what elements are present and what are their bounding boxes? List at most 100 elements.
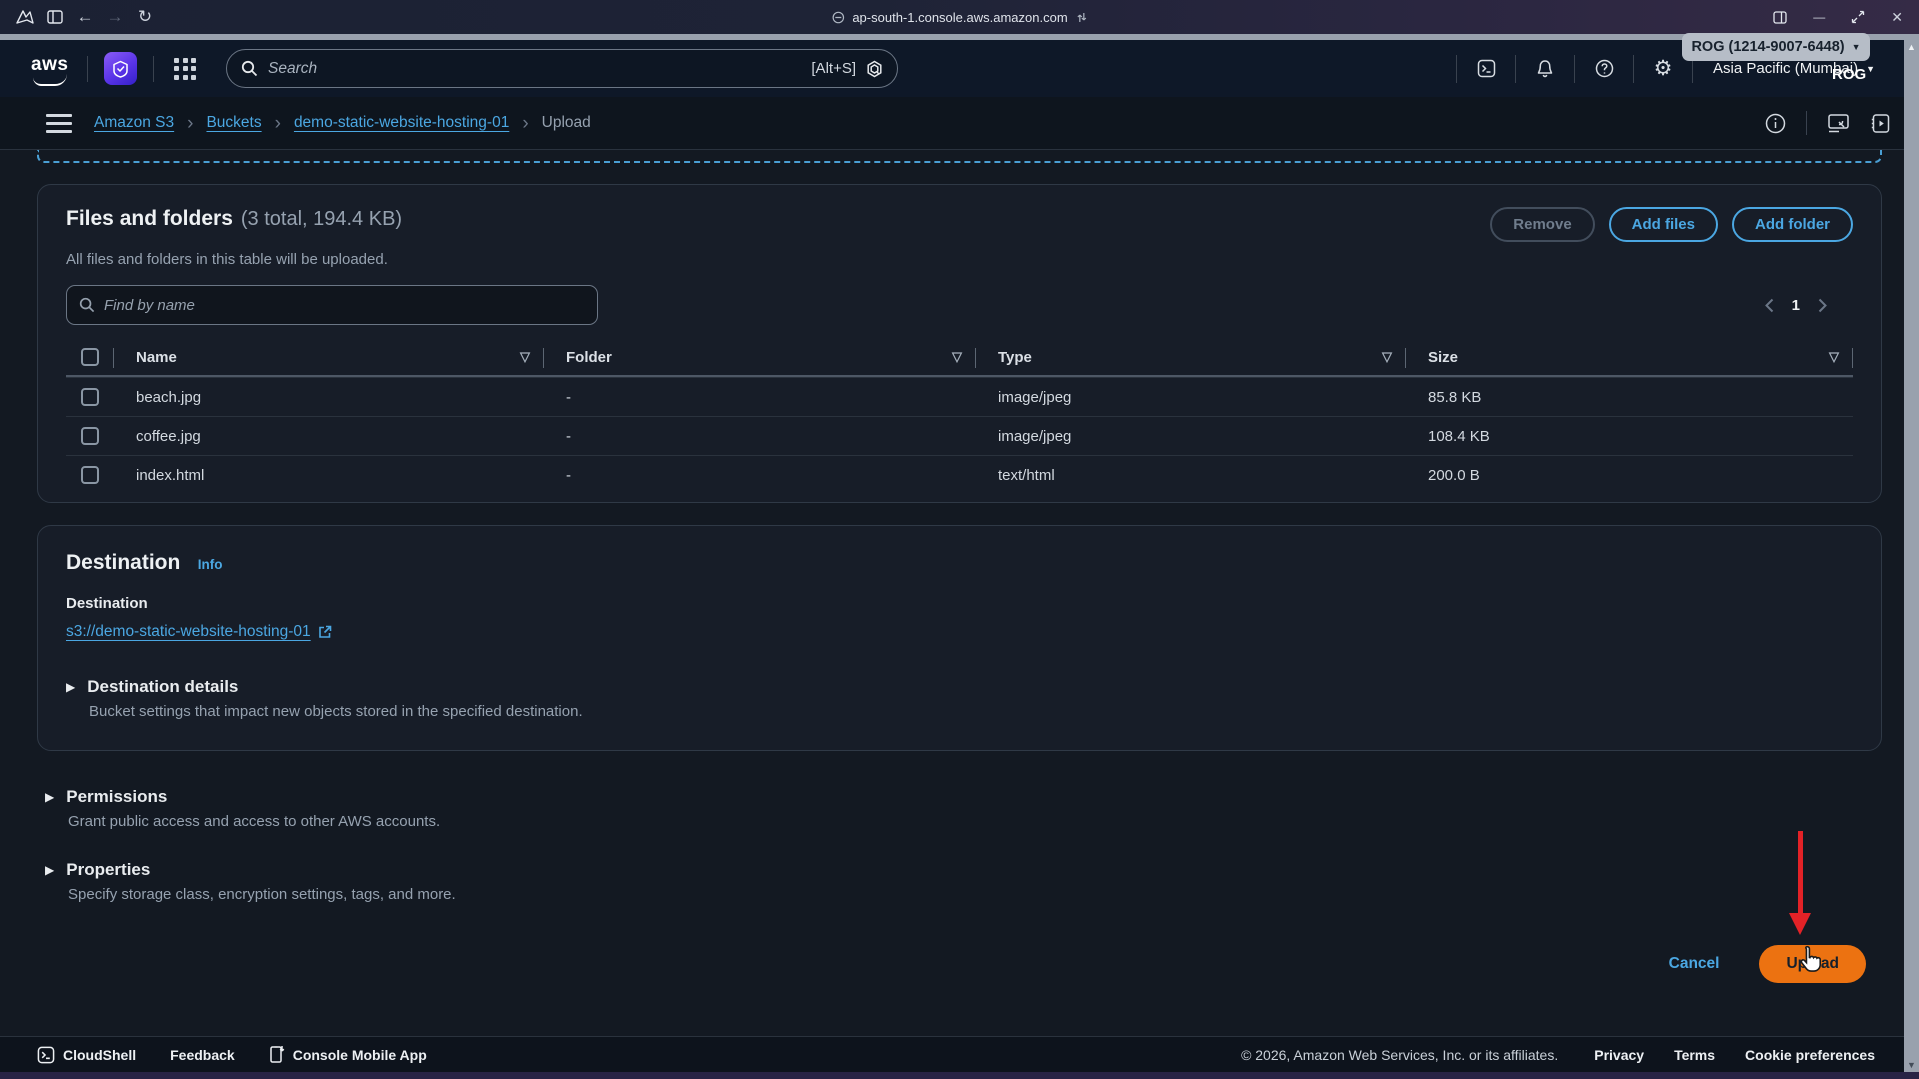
destination-panel: Destination Info Destination s3://demo-s… <box>37 525 1882 751</box>
sync-arrows-icon[interactable] <box>1076 11 1088 24</box>
breadcrumb-amazon-s3[interactable]: Amazon S3 <box>94 114 174 132</box>
account-name-label: ROG <box>1832 66 1866 83</box>
next-page-icon[interactable] <box>1818 298 1827 313</box>
filter-funnel-icon[interactable]: ▽ <box>1382 349 1392 365</box>
chevron-down-icon: ▼ <box>1866 64 1875 74</box>
breadcrumb-separator-icon: › <box>275 114 281 133</box>
info-icon[interactable] <box>1765 113 1786 134</box>
close-window-icon[interactable]: ✕ <box>1891 9 1903 26</box>
destination-bucket-link[interactable]: s3://demo-static-website-hosting-01 <box>66 623 311 641</box>
permissions-expander[interactable]: ▶ Permissions <box>45 787 1882 807</box>
cloudshell-header-icon[interactable] <box>1471 59 1501 78</box>
destination-title: Destination <box>66 551 180 574</box>
vertical-scrollbar[interactable]: ▲ ▼ <box>1904 40 1919 1072</box>
select-all-checkbox[interactable] <box>81 348 99 366</box>
destination-field-label: Destination <box>66 595 1853 612</box>
filter-funnel-icon[interactable]: ▽ <box>952 349 962 365</box>
filter-funnel-icon[interactable]: ▽ <box>520 349 530 365</box>
row-checkbox[interactable] <box>81 427 99 445</box>
column-header-name[interactable]: Name▽ <box>114 339 544 375</box>
scroll-down-icon[interactable]: ▼ <box>1907 1060 1916 1070</box>
cell-name: coffee.jpg <box>114 417 544 455</box>
upload-button[interactable]: Upload <box>1759 945 1866 983</box>
browser-panel-icon[interactable] <box>1765 11 1795 24</box>
search-shortcut: [Alt+S] <box>811 60 856 77</box>
remove-button[interactable]: Remove <box>1490 207 1594 242</box>
properties-description: Specify storage class, encryption settin… <box>68 886 1882 903</box>
side-panel-icon[interactable] <box>1870 113 1891 134</box>
column-header-type[interactable]: Type▽ <box>976 339 1406 375</box>
aws-logo[interactable]: aws <box>31 54 71 84</box>
cell-type: text/html <box>976 456 1406 494</box>
main-content: Files and folders(3 total, 194.4 KB) Rem… <box>0 150 1919 983</box>
cell-type: image/jpeg <box>976 378 1406 416</box>
console-footer: CloudShell Feedback Console Mobile App ©… <box>0 1036 1919 1072</box>
breadcrumb-current: Upload <box>542 114 591 132</box>
browser-titlebar: ← → ↻ ap-south-1.console.aws.amazon.com … <box>0 0 1919 34</box>
footer-terms[interactable]: Terms <box>1674 1047 1715 1063</box>
restore-window-icon[interactable] <box>1843 10 1873 24</box>
expand-triangle-icon: ▶ <box>66 680 75 694</box>
search-input[interactable] <box>268 60 801 78</box>
copyright-text: © 2026, Amazon Web Services, Inc. or its… <box>1241 1047 1558 1063</box>
row-checkbox[interactable] <box>81 466 99 484</box>
cell-folder: - <box>544 378 976 416</box>
search-icon <box>79 297 95 313</box>
cell-folder: - <box>544 417 976 455</box>
files-count: (3 total, 194.4 KB) <box>241 208 402 230</box>
scroll-up-icon[interactable]: ▲ <box>1907 42 1916 52</box>
find-by-name-box[interactable] <box>66 285 598 325</box>
properties-expander[interactable]: ▶ Properties <box>45 860 1882 880</box>
add-files-button[interactable]: Add files <box>1609 207 1718 242</box>
expand-triangle-icon: ▶ <box>45 863 54 877</box>
breadcrumb-bucket-name[interactable]: demo-static-website-hosting-01 <box>294 114 509 132</box>
page-number[interactable]: 1 <box>1792 297 1800 314</box>
mobile-app-icon <box>269 1045 285 1064</box>
expand-triangle-icon: ▶ <box>45 790 54 804</box>
cell-type: image/jpeg <box>976 417 1406 455</box>
help-icon[interactable] <box>1589 59 1619 78</box>
console-search[interactable]: [Alt+S] <box>226 49 898 88</box>
column-header-size[interactable]: Size▽ <box>1406 339 1853 375</box>
reload-icon[interactable]: ↻ <box>130 7 160 27</box>
cell-name: index.html <box>114 456 544 494</box>
permissions-section: ▶ Permissions Grant public access and ac… <box>37 787 1882 830</box>
destination-details-expander[interactable]: ▶ Destination details <box>66 677 1853 697</box>
row-checkbox[interactable] <box>81 388 99 406</box>
browser-app-logo-icon[interactable] <box>10 8 40 26</box>
info-link[interactable]: Info <box>198 557 223 572</box>
footer-cloudshell[interactable]: CloudShell <box>37 1046 136 1064</box>
column-header-folder[interactable]: Folder▽ <box>544 339 976 375</box>
previous-page-icon[interactable] <box>1765 298 1774 313</box>
cloudshell-icon <box>37 1046 55 1064</box>
breadcrumb-buckets[interactable]: Buckets <box>206 114 261 132</box>
account-menu-button[interactable]: ROG (1214-9007-6448) ▼ <box>1682 33 1870 61</box>
breadcrumb-separator-icon: › <box>522 114 528 133</box>
destination-details-description: Bucket settings that impact new objects … <box>89 703 1853 720</box>
filter-funnel-icon[interactable]: ▽ <box>1829 349 1839 365</box>
services-grid-icon[interactable] <box>174 58 196 80</box>
minimize-icon[interactable]: — <box>1813 10 1825 24</box>
settings-gear-icon[interactable]: ⚙ <box>1648 58 1678 79</box>
console-header: aws [Alt+S] ⚙ Asia Pacific (Mumbai) ▼ <box>0 40 1919 97</box>
footer-cookie-preferences[interactable]: Cookie preferences <box>1745 1047 1875 1063</box>
footer-feedback[interactable]: Feedback <box>170 1047 235 1063</box>
footer-mobile-app[interactable]: Console Mobile App <box>269 1045 427 1064</box>
footer-privacy[interactable]: Privacy <box>1594 1047 1644 1063</box>
menu-hamburger-icon[interactable] <box>46 114 72 133</box>
address-bar[interactable]: ap-south-1.console.aws.amazon.com <box>831 10 1087 25</box>
add-folder-button[interactable]: Add folder <box>1732 207 1853 242</box>
find-by-name-input[interactable] <box>104 297 585 314</box>
notifications-bell-icon[interactable] <box>1530 59 1560 78</box>
search-icon <box>241 60 258 77</box>
cell-size: 200.0 B <box>1406 456 1853 494</box>
s3-service-icon[interactable] <box>104 52 137 85</box>
diagnostic-tools-icon[interactable] <box>1827 113 1850 134</box>
cell-size: 85.8 KB <box>1406 378 1853 416</box>
drag-drop-zone-edge <box>37 150 1882 163</box>
cell-name: beach.jpg <box>114 378 544 416</box>
sidebar-toggle-icon[interactable] <box>40 10 70 24</box>
amazon-q-icon <box>866 60 883 78</box>
back-icon[interactable]: ← <box>70 7 100 27</box>
cancel-button[interactable]: Cancel <box>1669 955 1720 973</box>
